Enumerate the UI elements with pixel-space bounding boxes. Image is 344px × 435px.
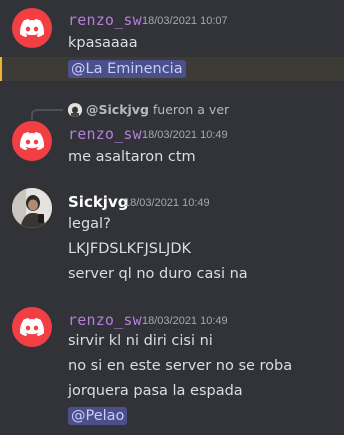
avatar[interactable] <box>12 8 52 48</box>
message-text: server ql no duro casi na <box>68 266 248 282</box>
avatar[interactable] <box>12 188 52 228</box>
message-text: me asaltaron ctm <box>68 149 196 165</box>
message-text: kpasaaaa <box>68 35 138 51</box>
user-photo-icon <box>12 188 52 228</box>
message-text: jorquera pasa la espada <box>68 383 243 399</box>
reply-snippet: fueron a ver <box>152 102 230 117</box>
message-text: no si en este server no se roba <box>68 358 293 374</box>
timestamp: 18/03/2021 10:49 <box>142 129 228 141</box>
message-text: @La Eminencia <box>68 60 186 78</box>
message-text: LKJFDSLKFJSLJDK <box>68 241 192 257</box>
discord-icon <box>20 318 44 336</box>
reply-avatar[interactable] <box>68 103 82 117</box>
author-name[interactable]: renzo_sw <box>68 11 142 29</box>
avatar[interactable] <box>12 121 52 161</box>
reply-preview[interactable]: @Sickjvg fueron a ver <box>86 102 229 118</box>
timestamp: 18/03/2021 10:49 <box>124 197 210 209</box>
discord-icon <box>20 132 44 150</box>
reply-spine <box>31 109 63 120</box>
user-photo-icon <box>68 104 82 117</box>
avatar[interactable] <box>12 307 52 347</box>
message-text: @Pelao <box>68 407 128 425</box>
discord-icon <box>20 19 44 37</box>
timestamp: 18/03/2021 10:49 <box>142 315 228 327</box>
reply-author[interactable]: @Sickjvg <box>86 102 149 117</box>
user-mention[interactable]: @Pelao <box>68 407 128 425</box>
timestamp: 18/03/2021 10:07 <box>142 15 228 27</box>
author-name[interactable]: renzo_sw <box>68 125 142 143</box>
user-mention[interactable]: @La Eminencia <box>68 60 186 78</box>
message-text: sirvir kl ni diri cisi ni <box>68 333 213 349</box>
author-name[interactable]: renzo_sw <box>68 311 142 329</box>
message-text: legal? <box>68 216 111 232</box>
author-name[interactable]: Sickjvg <box>68 193 128 211</box>
